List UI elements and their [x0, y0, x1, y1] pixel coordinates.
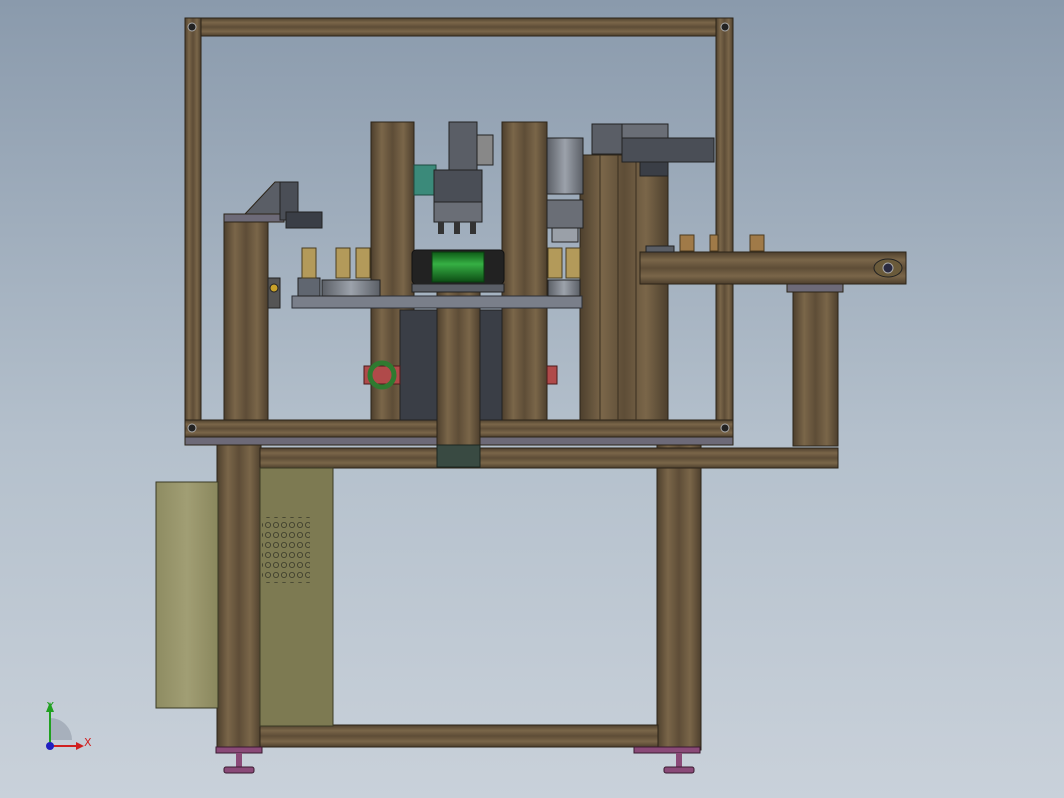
machine-drawing: Y X [46, 17, 907, 774]
origin-icon [46, 742, 54, 750]
vent-holes [262, 517, 310, 583]
output-conveyor [639, 234, 907, 285]
gripper-assembly [413, 121, 494, 234]
leveling-feet [215, 746, 701, 774]
green-roller [411, 249, 505, 293]
cad-viewport[interactable]: Y X [0, 0, 1064, 798]
y-axis-label: Y [46, 700, 54, 713]
rotary-unit [546, 137, 584, 243]
x-axis-label: X [84, 736, 92, 749]
work-plate [291, 295, 583, 309]
